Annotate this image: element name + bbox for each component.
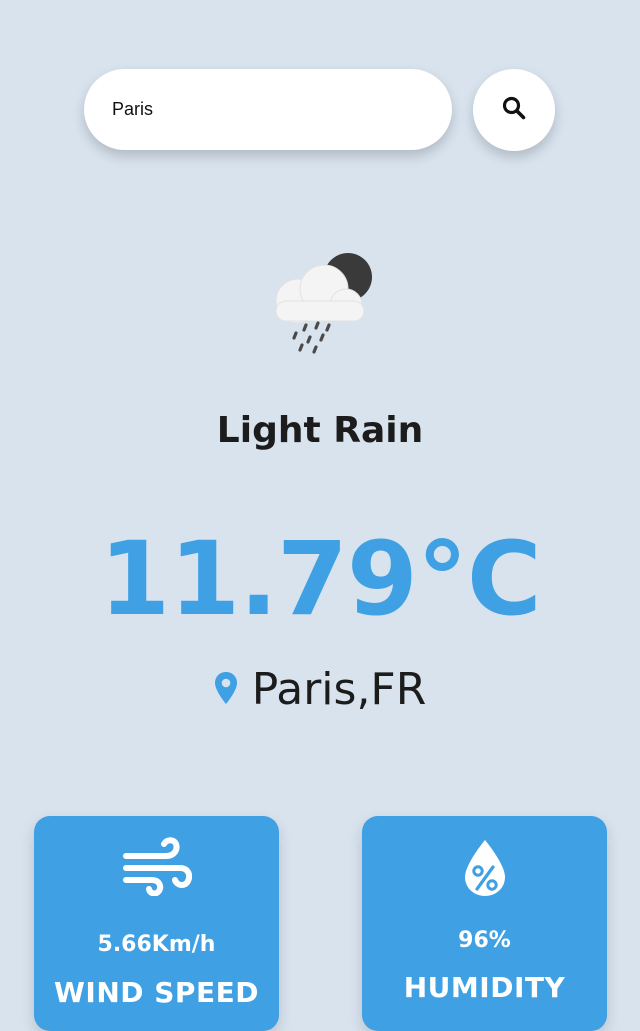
search-input[interactable]: Paris [84, 69, 452, 150]
wind-speed-value: 5.66Km/h [97, 932, 216, 957]
location-pin-icon [214, 671, 238, 709]
wind-icon [34, 836, 279, 896]
humidity-drop-icon [362, 838, 607, 898]
location: Paris,FR [0, 668, 640, 712]
humidity-label: HUMIDITY [403, 971, 566, 1004]
weather-condition: Light Rain [216, 410, 424, 451]
search-input-value: Paris [112, 99, 154, 119]
humidity-value: 96% [458, 928, 511, 953]
cloud-moon-rain-icon [266, 249, 376, 354]
search-icon [501, 95, 527, 125]
search-button[interactable] [473, 69, 555, 151]
wind-speed-card: 5.66Km/h WIND SPEED [34, 816, 279, 1031]
location-name: Paris,FR [251, 664, 427, 715]
humidity-card: 96% HUMIDITY [362, 816, 607, 1031]
temperature: 11.79°C [99, 520, 542, 639]
wind-speed-label: WIND SPEED [54, 976, 259, 1009]
